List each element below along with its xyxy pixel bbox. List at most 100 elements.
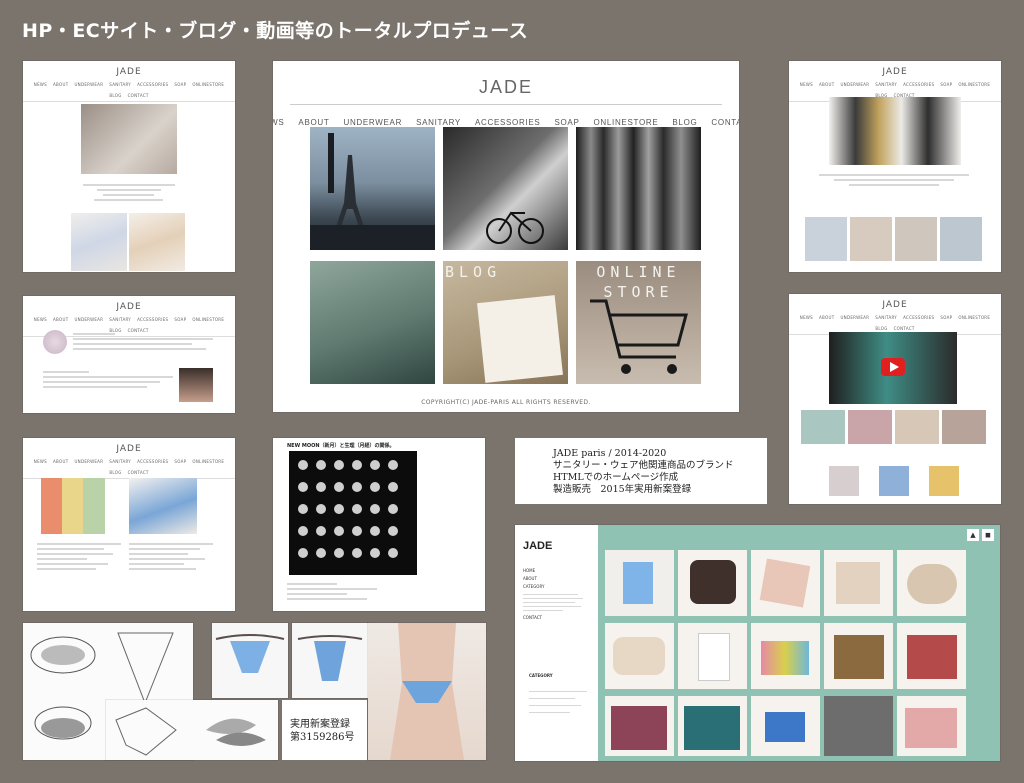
nav-blog[interactable]: BLOG [109,470,121,475]
nav-accessories[interactable]: ACCESSORIES [903,82,934,87]
site-logo: JADE [116,302,142,312]
nav-blog[interactable]: BLOG [109,93,121,98]
nav-soap[interactable]: SOAP [174,317,186,322]
nav-soap[interactable]: SOAP [940,82,952,87]
nav-underwear[interactable]: UNDERWEAR [840,315,869,320]
nav-accessories[interactable]: ACCESSORIES [137,82,168,87]
nav-underwear[interactable]: UNDERWEAR [74,82,103,87]
shop-sidebar: JADE HOME ABOUT CATEGORY CONTACT CATEGOR… [515,525,598,761]
nav-accessories[interactable]: ACCESSORIES [903,315,934,320]
nav-onlinestore[interactable]: ONLINESTORE [192,459,224,464]
site-logo[interactable]: JADE [273,77,739,98]
nav-sanitary[interactable]: SANITARY [875,315,897,320]
tile-blog[interactable]: BLOG [443,261,568,384]
nav-onlinestore[interactable]: ONLINESTORE [192,317,224,322]
product-card[interactable] [897,550,966,616]
shop-logo[interactable]: JADE [523,540,552,552]
product-card[interactable] [605,550,674,616]
nav-onlinestore[interactable]: ONLINESTORE [958,315,990,320]
shop-menu-about[interactable]: ABOUT [523,575,583,583]
nav-soap[interactable]: SOAP [174,82,186,87]
info-line: HTMLでのホームページ作成 [553,472,679,483]
nav-blog[interactable]: BLOG [672,118,697,127]
nav-contact[interactable]: CONTACT [894,326,915,331]
nav-accessories[interactable]: ACCESSORIES [475,118,541,127]
up-arrow-icon[interactable]: ▲ [967,529,979,541]
video-player[interactable] [829,332,957,404]
product-card[interactable] [751,623,820,689]
text-block [819,171,969,189]
product-image [929,466,959,496]
nav-about[interactable]: ABOUT [53,317,68,322]
nav-about[interactable]: ABOUT [819,315,834,320]
nav-news[interactable]: NEWS [34,459,47,464]
product-card[interactable] [897,623,966,689]
nav-sanitary[interactable]: SANITARY [875,82,897,87]
info-line: JADE paris / 2014-2020 [553,448,667,459]
nav-sanitary[interactable]: SANITARY [109,459,131,464]
nav-underwear[interactable]: UNDERWEAR [343,118,402,127]
product-card[interactable] [897,696,966,756]
shop-menu-contact[interactable]: CONTACT [523,614,583,622]
nav-accessories[interactable]: ACCESSORIES [137,317,168,322]
nav-underwear[interactable]: UNDERWEAR [840,82,869,87]
tile-paris[interactable] [310,127,435,250]
product-card[interactable] [824,696,893,756]
blog-screenshot-moon: NEW MOON（新月）と生理（月経）の関係。 [273,438,485,611]
video-thumbnail[interactable] [81,104,177,174]
nav-sanitary[interactable]: SANITARY [416,118,461,127]
nav-soap[interactable]: SOAP [174,459,186,464]
nav-about[interactable]: ABOUT [298,118,329,127]
divider [290,104,722,105]
text-block [37,540,121,573]
site-nav: NEWS ABOUT UNDERWEAR SANITARY ACCESSORIE… [273,118,739,127]
product-card[interactable] [824,623,893,689]
shop-menu-category[interactable]: CATEGORY [523,583,583,591]
nav-underwear[interactable]: UNDERWEAR [74,459,103,464]
nav-soap[interactable]: SOAP [554,118,579,127]
nav-about[interactable]: ABOUT [53,459,68,464]
nav-news[interactable]: NEWS [34,82,47,87]
nav-sanitary[interactable]: SANITARY [109,82,131,87]
nav-contact[interactable]: CONTACT [711,118,739,127]
nav-news[interactable]: NEWS [800,82,813,87]
site-screenshot-soap: JADE NEWS ABOUT UNDERWEAR SANITARY ACCES… [23,438,235,611]
tile-soap[interactable] [310,261,435,384]
moon-icon [298,460,398,558]
nav-underwear[interactable]: UNDERWEAR [74,317,103,322]
tile-onlinestore[interactable]: ONLINE STORE [576,261,701,384]
shop-menu-home[interactable]: HOME [523,567,583,575]
product-card[interactable] [605,696,674,756]
tile-underwear[interactable] [443,127,568,250]
nav-news[interactable]: NEWS [273,118,284,127]
nav-news[interactable]: NEWS [800,315,813,320]
product-card[interactable] [678,696,747,756]
nav-about[interactable]: ABOUT [53,82,68,87]
nav-news[interactable]: NEWS [34,317,47,322]
product-card[interactable] [678,550,747,616]
product-card[interactable] [678,623,747,689]
nav-about[interactable]: ABOUT [819,82,834,87]
product-card[interactable] [605,623,674,689]
text-block [83,181,175,204]
site-screenshot-video: JADE NEWS ABOUT UNDERWEAR SANITARY ACCES… [789,294,1001,504]
site-logo: JADE [882,67,908,77]
nav-onlinestore[interactable]: ONLINESTORE [192,82,224,87]
nav-onlinestore[interactable]: ONLINESTORE [593,118,658,127]
nav-blog[interactable]: BLOG [875,326,887,331]
nav-onlinestore[interactable]: ONLINESTORE [958,82,990,87]
nav-soap[interactable]: SOAP [940,315,952,320]
tile-sanitary[interactable] [576,127,701,250]
product-card[interactable] [751,550,820,616]
nav-sanitary[interactable]: SANITARY [109,317,131,322]
text-block [287,580,387,603]
product-card[interactable] [751,696,820,756]
product-image [848,410,892,444]
nav-accessories[interactable]: ACCESSORIES [137,459,168,464]
bicycle-icon [486,211,544,244]
nav-contact[interactable]: CONTACT [128,93,149,98]
nav-contact[interactable]: CONTACT [128,470,149,475]
cart-icon[interactable]: ◼ [982,529,994,541]
site-screenshot-about: JADE NEWS ABOUT UNDERWEAR SANITARY ACCES… [23,296,235,413]
product-card[interactable] [824,550,893,616]
